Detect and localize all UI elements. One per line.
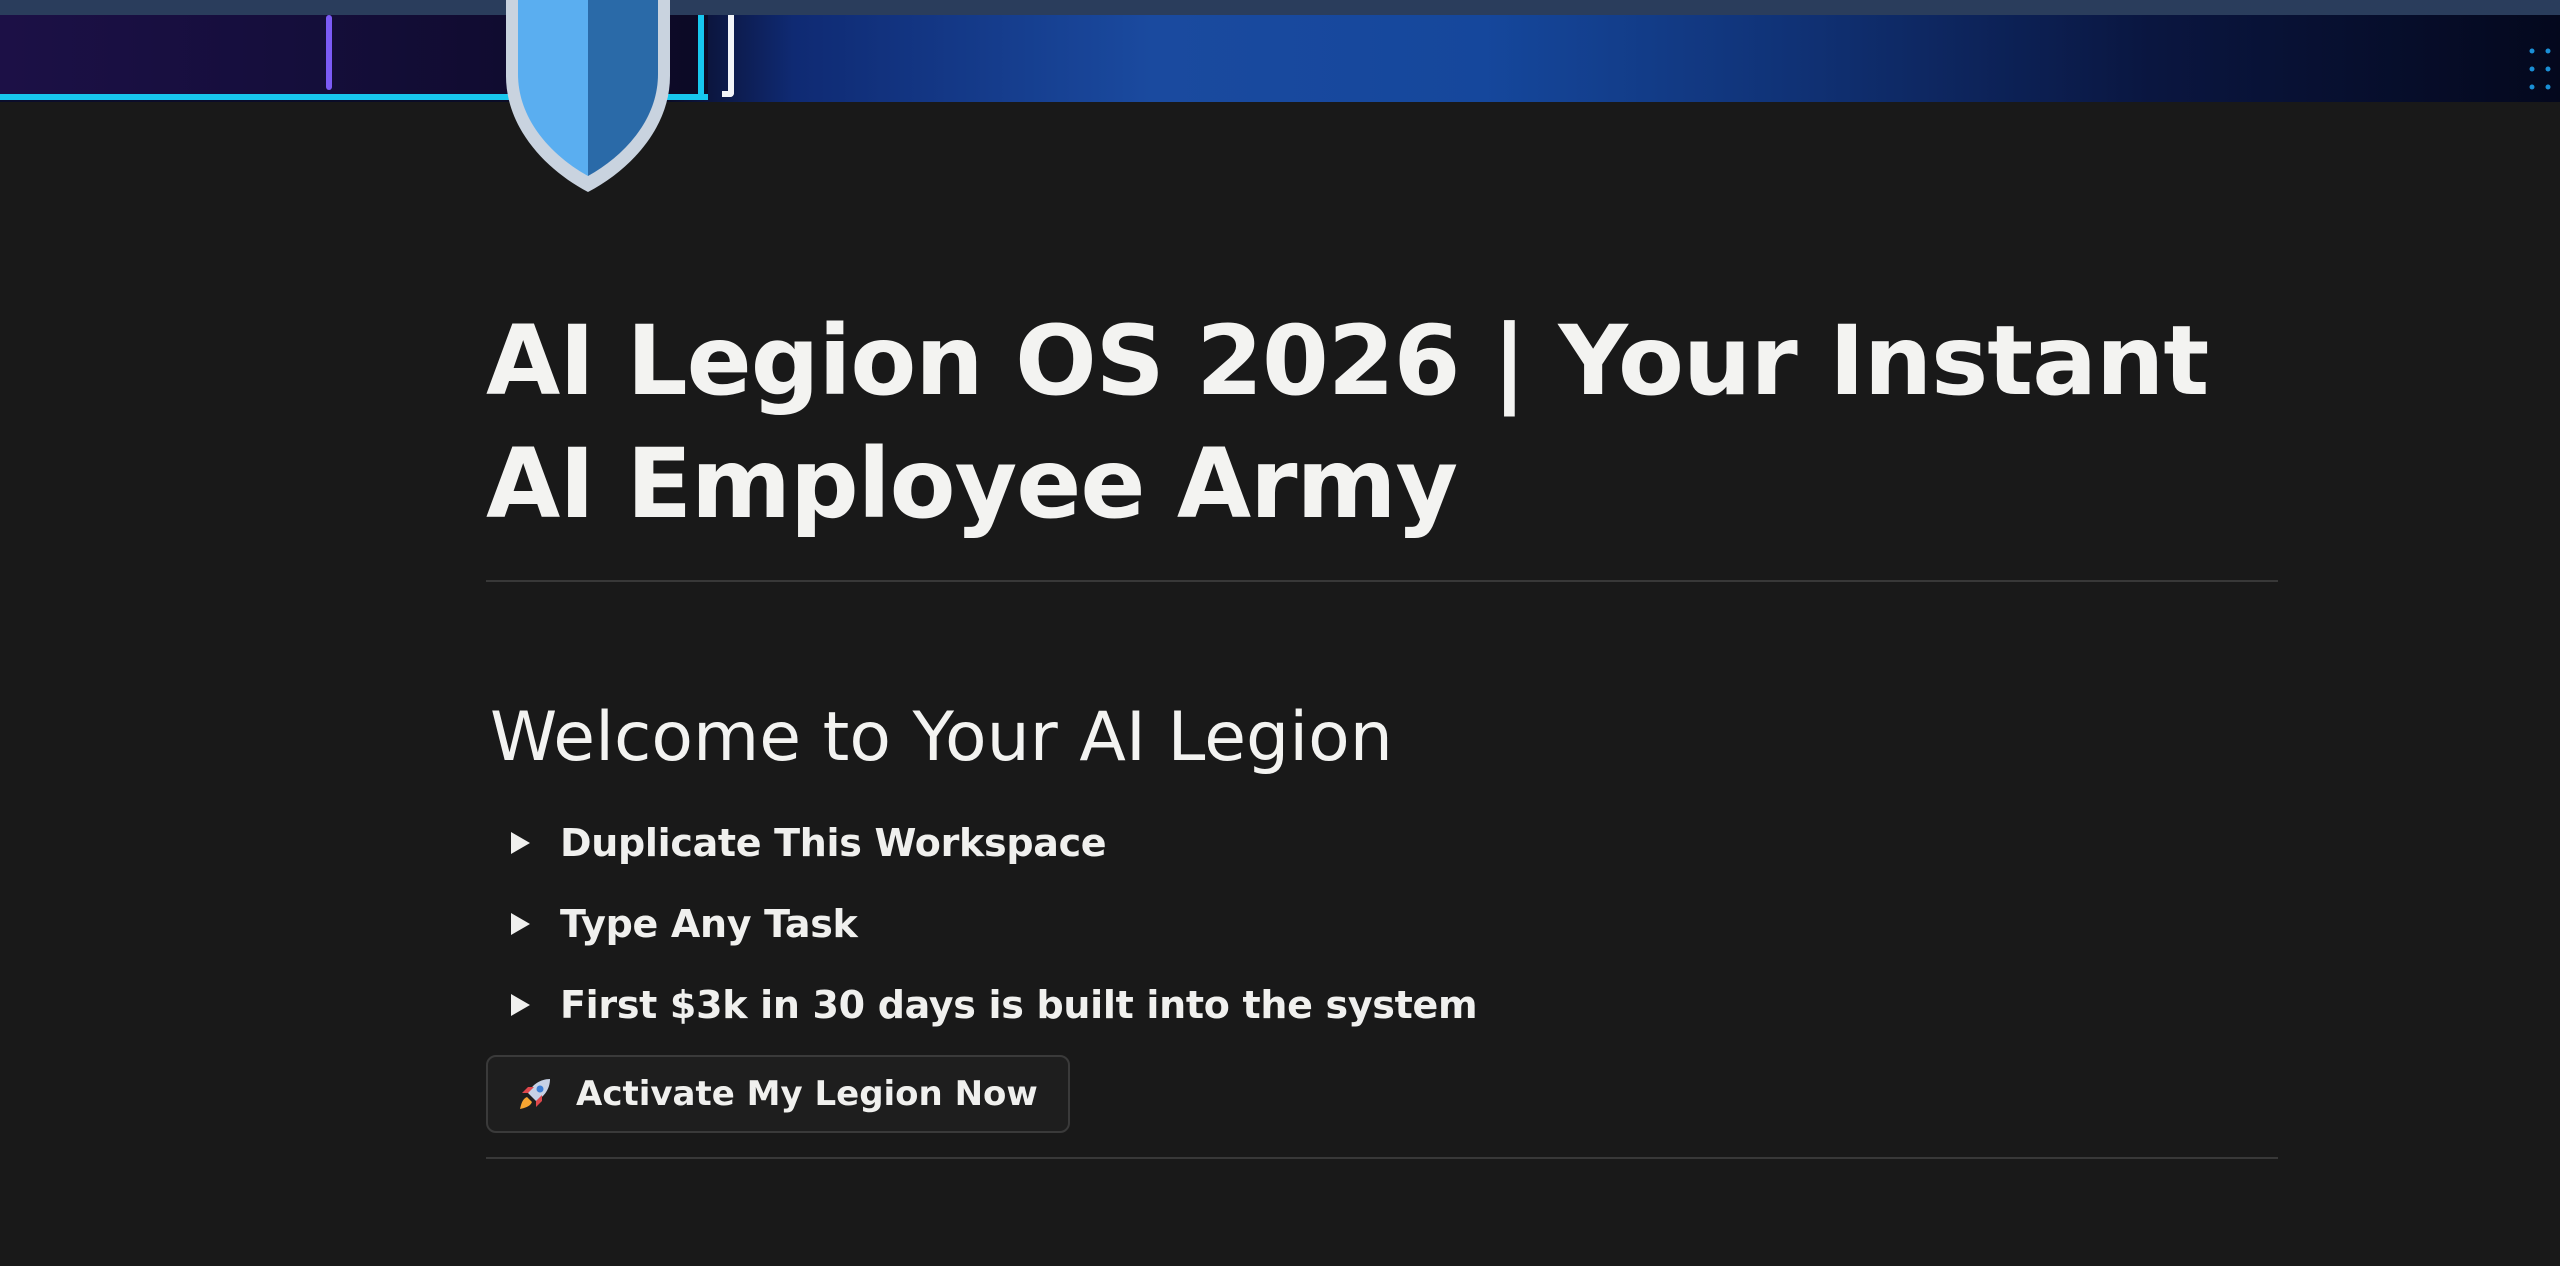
toggle-label: Type Any Task <box>560 901 858 946</box>
page-content: AI Legion OS 2026 | Your Instant AI Empl… <box>486 300 2278 1159</box>
cover-dots-decoration <box>2529 48 2551 90</box>
activate-legion-label: Activate My Legion Now <box>576 1074 1038 1114</box>
page-cover-banner[interactable] <box>0 15 2560 102</box>
page-title[interactable]: AI Legion OS 2026 | Your Instant AI Empl… <box>486 300 2278 546</box>
browser-top-strip <box>0 0 2560 15</box>
triangle-right-icon[interactable] <box>498 912 542 936</box>
cover-glow-line <box>326 15 332 90</box>
toggle-label: First $3k in 30 days is built into the s… <box>560 982 1478 1027</box>
toggle-type-any-task[interactable]: Type Any Task <box>486 883 2278 964</box>
cover-bracket <box>722 15 734 97</box>
section-heading[interactable]: Welcome to Your AI Legion <box>490 694 2278 782</box>
triangle-right-icon[interactable] <box>498 831 542 855</box>
divider <box>486 1157 2278 1159</box>
toggle-first-3k[interactable]: First $3k in 30 days is built into the s… <box>486 964 2278 1045</box>
toggle-duplicate-workspace[interactable]: Duplicate This Workspace <box>486 802 2278 883</box>
triangle-right-icon[interactable] <box>498 993 542 1017</box>
rocket-icon <box>516 1075 554 1113</box>
divider <box>486 580 2278 582</box>
activate-legion-button[interactable]: Activate My Legion Now <box>486 1055 1070 1133</box>
shield-icon[interactable] <box>498 0 678 200</box>
toggle-label: Duplicate This Workspace <box>560 820 1107 865</box>
toggle-list: Duplicate This Workspace Type Any Task F… <box>486 802 2278 1045</box>
